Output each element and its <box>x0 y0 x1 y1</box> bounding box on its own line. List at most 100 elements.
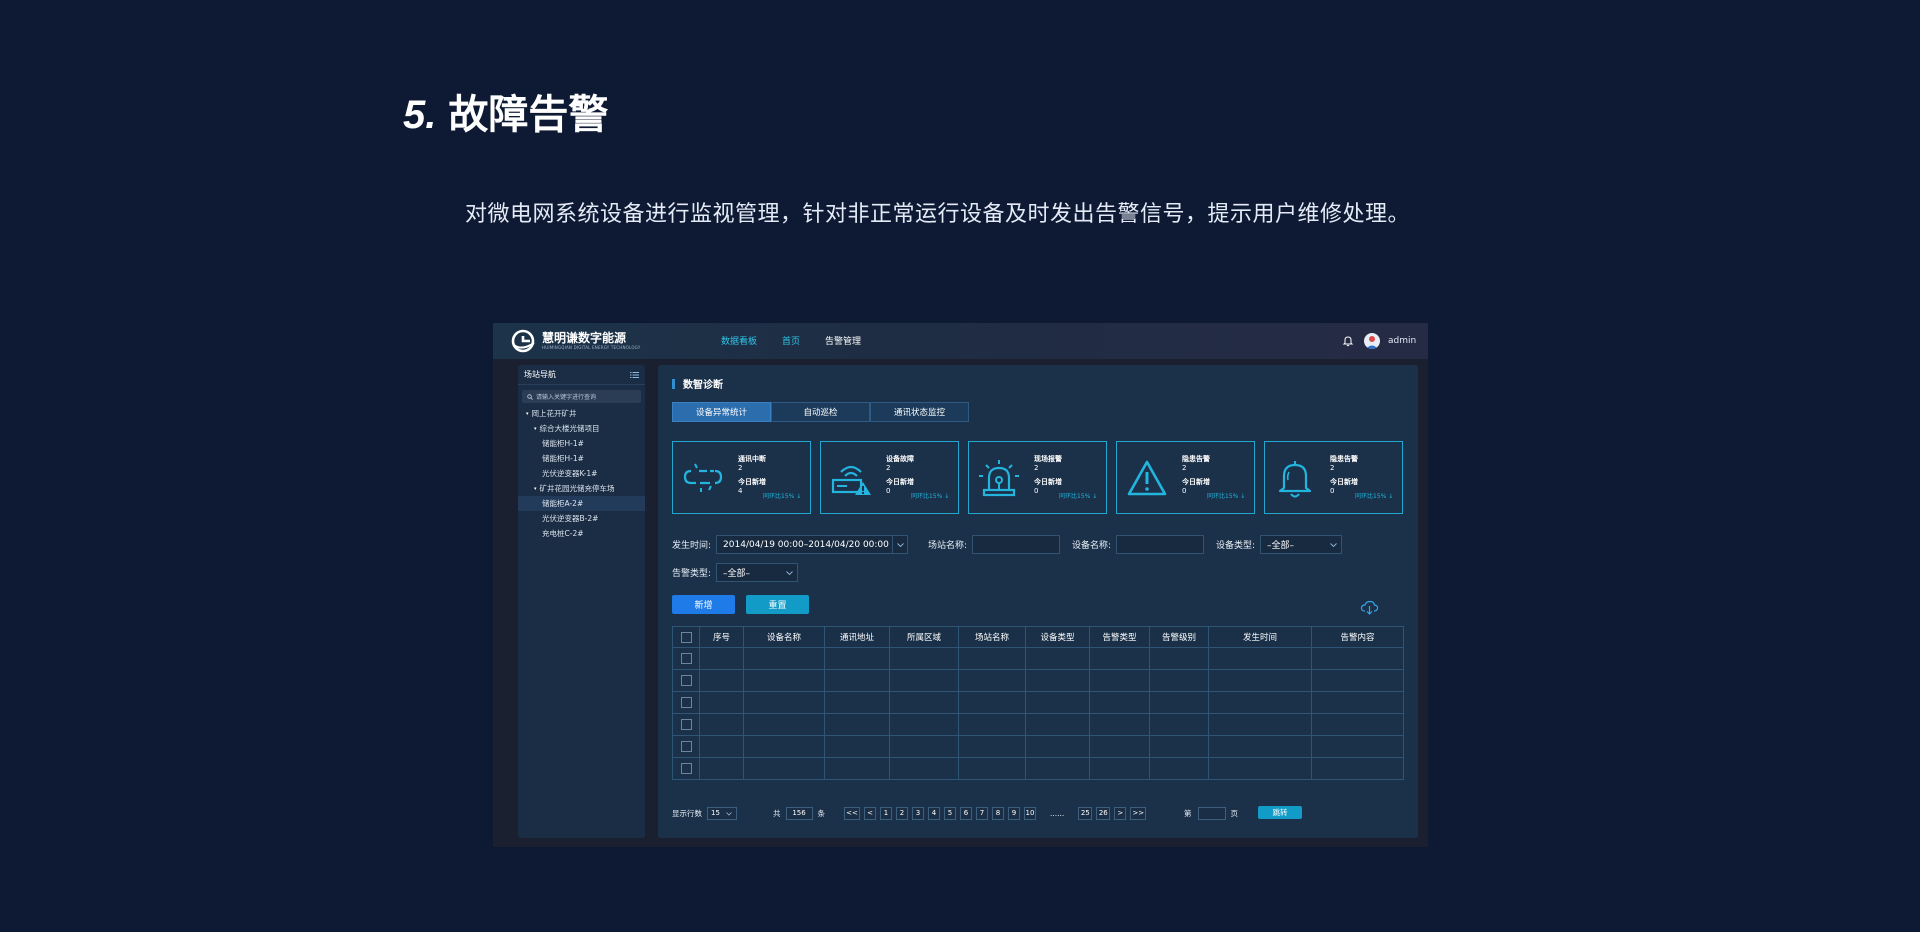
tree-item[interactable]: 储能柜H-1# <box>518 436 645 451</box>
rows-per-page-label: 显示行数 <box>672 808 702 818</box>
column-header[interactable]: 场站名称 <box>958 626 1026 648</box>
column-header[interactable]: 序号 <box>699 626 744 648</box>
page-number-button[interactable]: 6 <box>960 806 972 820</box>
page-number-button[interactable]: 10 <box>1024 806 1036 820</box>
column-header[interactable]: 告警内容 <box>1311 626 1404 648</box>
select-all-checkbox[interactable] <box>680 631 692 643</box>
table-row[interactable] <box>672 669 1404 692</box>
tree-item[interactable]: 储能柜A-2# <box>518 496 645 511</box>
logo[interactable]: 慧明谦数字能源 HUIMINGQIAN DIGITAL ENERGY TECHN… <box>510 329 640 353</box>
add-button[interactable]: 新增 <box>672 595 735 614</box>
column-header[interactable]: 设备名称 <box>743 626 825 648</box>
tree-caret-icon[interactable]: ▾ <box>526 411 529 417</box>
stat-card[interactable]: 设备故障 2 今日新增 0 同环比15% ↓ <box>820 441 959 514</box>
page-number-button[interactable]: 9 <box>1008 806 1020 820</box>
table-row[interactable] <box>672 735 1404 758</box>
column-header[interactable]: 通讯地址 <box>824 626 890 648</box>
page-number-button[interactable]: 3 <box>912 806 924 820</box>
table-cell <box>1208 669 1312 692</box>
page-number-button[interactable]: 4 <box>928 806 940 820</box>
tree-item[interactable]: ▾ 矿井花园光储充停车场 <box>518 481 645 496</box>
column-header[interactable]: 所属区域 <box>889 626 959 648</box>
row-checkbox[interactable] <box>680 719 692 730</box>
tab-comm-status[interactable]: 通讯状态监控 <box>870 402 969 422</box>
table-row[interactable] <box>672 691 1404 714</box>
page-number-button[interactable]: 5 <box>944 806 956 820</box>
nav-home[interactable]: 首页 <box>782 334 800 347</box>
stat-card[interactable]: 隐患告警 2 今日新增 0 同环比15% ↓ <box>1264 441 1403 514</box>
table-cell <box>889 713 959 736</box>
page-number-button[interactable]: 1 <box>880 806 892 820</box>
table-cell <box>1025 691 1090 714</box>
table-cell <box>958 757 1026 780</box>
time-range-picker[interactable]: 2014/04/19 00:00–2014/04/20 00:00 <box>716 535 909 554</box>
table-cell <box>958 669 1026 692</box>
logo-icon <box>511 329 535 353</box>
tree-item[interactable]: ▾ 岡上花开矿井 <box>518 406 645 421</box>
prev-page-button[interactable]: < <box>864 806 876 820</box>
user-name[interactable]: admin <box>1388 336 1422 346</box>
avatar[interactable] <box>1364 333 1380 349</box>
row-checkbox[interactable] <box>680 697 692 708</box>
list-menu-icon[interactable] <box>630 371 639 379</box>
tree-item-label: 岡上花开矿井 <box>531 409 577 418</box>
nav-alarm-management[interactable]: 告警管理 <box>825 334 861 347</box>
table-cell <box>889 669 959 692</box>
tree-caret-icon[interactable]: ▾ <box>534 486 537 492</box>
goto-page-input[interactable] <box>1197 806 1226 820</box>
column-header[interactable]: 告警级别 <box>1149 626 1209 648</box>
last-page-button[interactable]: >> <box>1130 806 1147 820</box>
page-number-button[interactable]: 7 <box>976 806 988 820</box>
table-cell <box>1025 713 1090 736</box>
next-page-button[interactable]: > <box>1114 806 1127 820</box>
tree-item[interactable]: 光伏逆变器B-2# <box>518 511 645 526</box>
column-header[interactable]: 告警类型 <box>1089 626 1150 648</box>
row-checkbox[interactable] <box>680 653 692 664</box>
page-number-button[interactable]: 25 <box>1078 806 1093 820</box>
reset-button[interactable]: 重置 <box>746 595 809 614</box>
tree-item[interactable]: 光伏逆变器K-1# <box>518 466 645 481</box>
alarm-type-select[interactable]: –全部– <box>716 563 799 582</box>
logo-name: 慧明谦数字能源 <box>542 330 627 345</box>
page-number-button[interactable]: 2 <box>896 806 908 820</box>
jump-button[interactable]: 跳转 <box>1258 806 1302 819</box>
first-page-button[interactable]: << <box>844 806 860 820</box>
table-cell <box>743 647 825 670</box>
page-ellipsis: ...... <box>1050 808 1065 818</box>
tree-item[interactable]: 充电桩C-2# <box>518 526 645 541</box>
stat-card[interactable]: 现场报警 2 今日新增 0 同环比15% ↓ <box>968 441 1107 514</box>
table-row[interactable] <box>672 647 1404 670</box>
table-cell <box>1025 735 1090 758</box>
notification-bell-icon[interactable] <box>1342 335 1354 347</box>
sidebar-search-input[interactable]: 请输入关键字进行查询 <box>522 390 641 403</box>
tree-item-label: 矿井花园光储充停车场 <box>539 484 615 493</box>
tab-device-anomaly[interactable]: 设备异常统计 <box>672 402 771 422</box>
stat-card[interactable]: 通讯中断 2 今日新增 4 同环比15% ↓ <box>672 441 811 514</box>
column-header[interactable]: 设备类型 <box>1025 626 1090 648</box>
table-cell <box>824 735 890 758</box>
page-number-button[interactable]: 8 <box>992 806 1004 820</box>
row-checkbox[interactable] <box>680 741 692 752</box>
cloud-download-icon[interactable] <box>1360 600 1379 615</box>
device-type-select[interactable]: –全部– <box>1260 535 1343 554</box>
card-ratio: 同环比15% ↓ <box>1207 493 1246 500</box>
nav-dashboard[interactable]: 数据看板 <box>721 334 757 347</box>
tree-item[interactable]: 储能柜H-1# <box>518 451 645 466</box>
rows-per-page-select[interactable]: 15 <box>707 806 737 820</box>
tab-auto-inspection[interactable]: 自动巡检 <box>771 402 870 422</box>
row-checkbox[interactable] <box>680 763 692 774</box>
table-cell <box>1025 757 1090 780</box>
page-number-button[interactable]: 26 <box>1096 806 1111 820</box>
stat-card[interactable]: 隐患告警 2 今日新增 0 同环比15% ↓ <box>1116 441 1255 514</box>
table-row[interactable] <box>672 713 1404 736</box>
row-select-cell <box>672 757 700 780</box>
column-header[interactable]: 发生时间 <box>1208 626 1312 648</box>
alarm-table: 序号 设备名称 通讯地址 所属区域 场站名称 设备类型 告警类型 告警级别 发生… <box>672 626 1404 780</box>
tree-caret-icon[interactable]: ▾ <box>534 426 537 432</box>
table-cell <box>1089 647 1150 670</box>
table-row[interactable] <box>672 757 1404 780</box>
site-name-input[interactable] <box>972 535 1061 554</box>
device-name-input[interactable] <box>1116 535 1205 554</box>
row-checkbox[interactable] <box>680 675 692 686</box>
tree-item[interactable]: ▾ 综合大楼光储项目 <box>518 421 645 436</box>
